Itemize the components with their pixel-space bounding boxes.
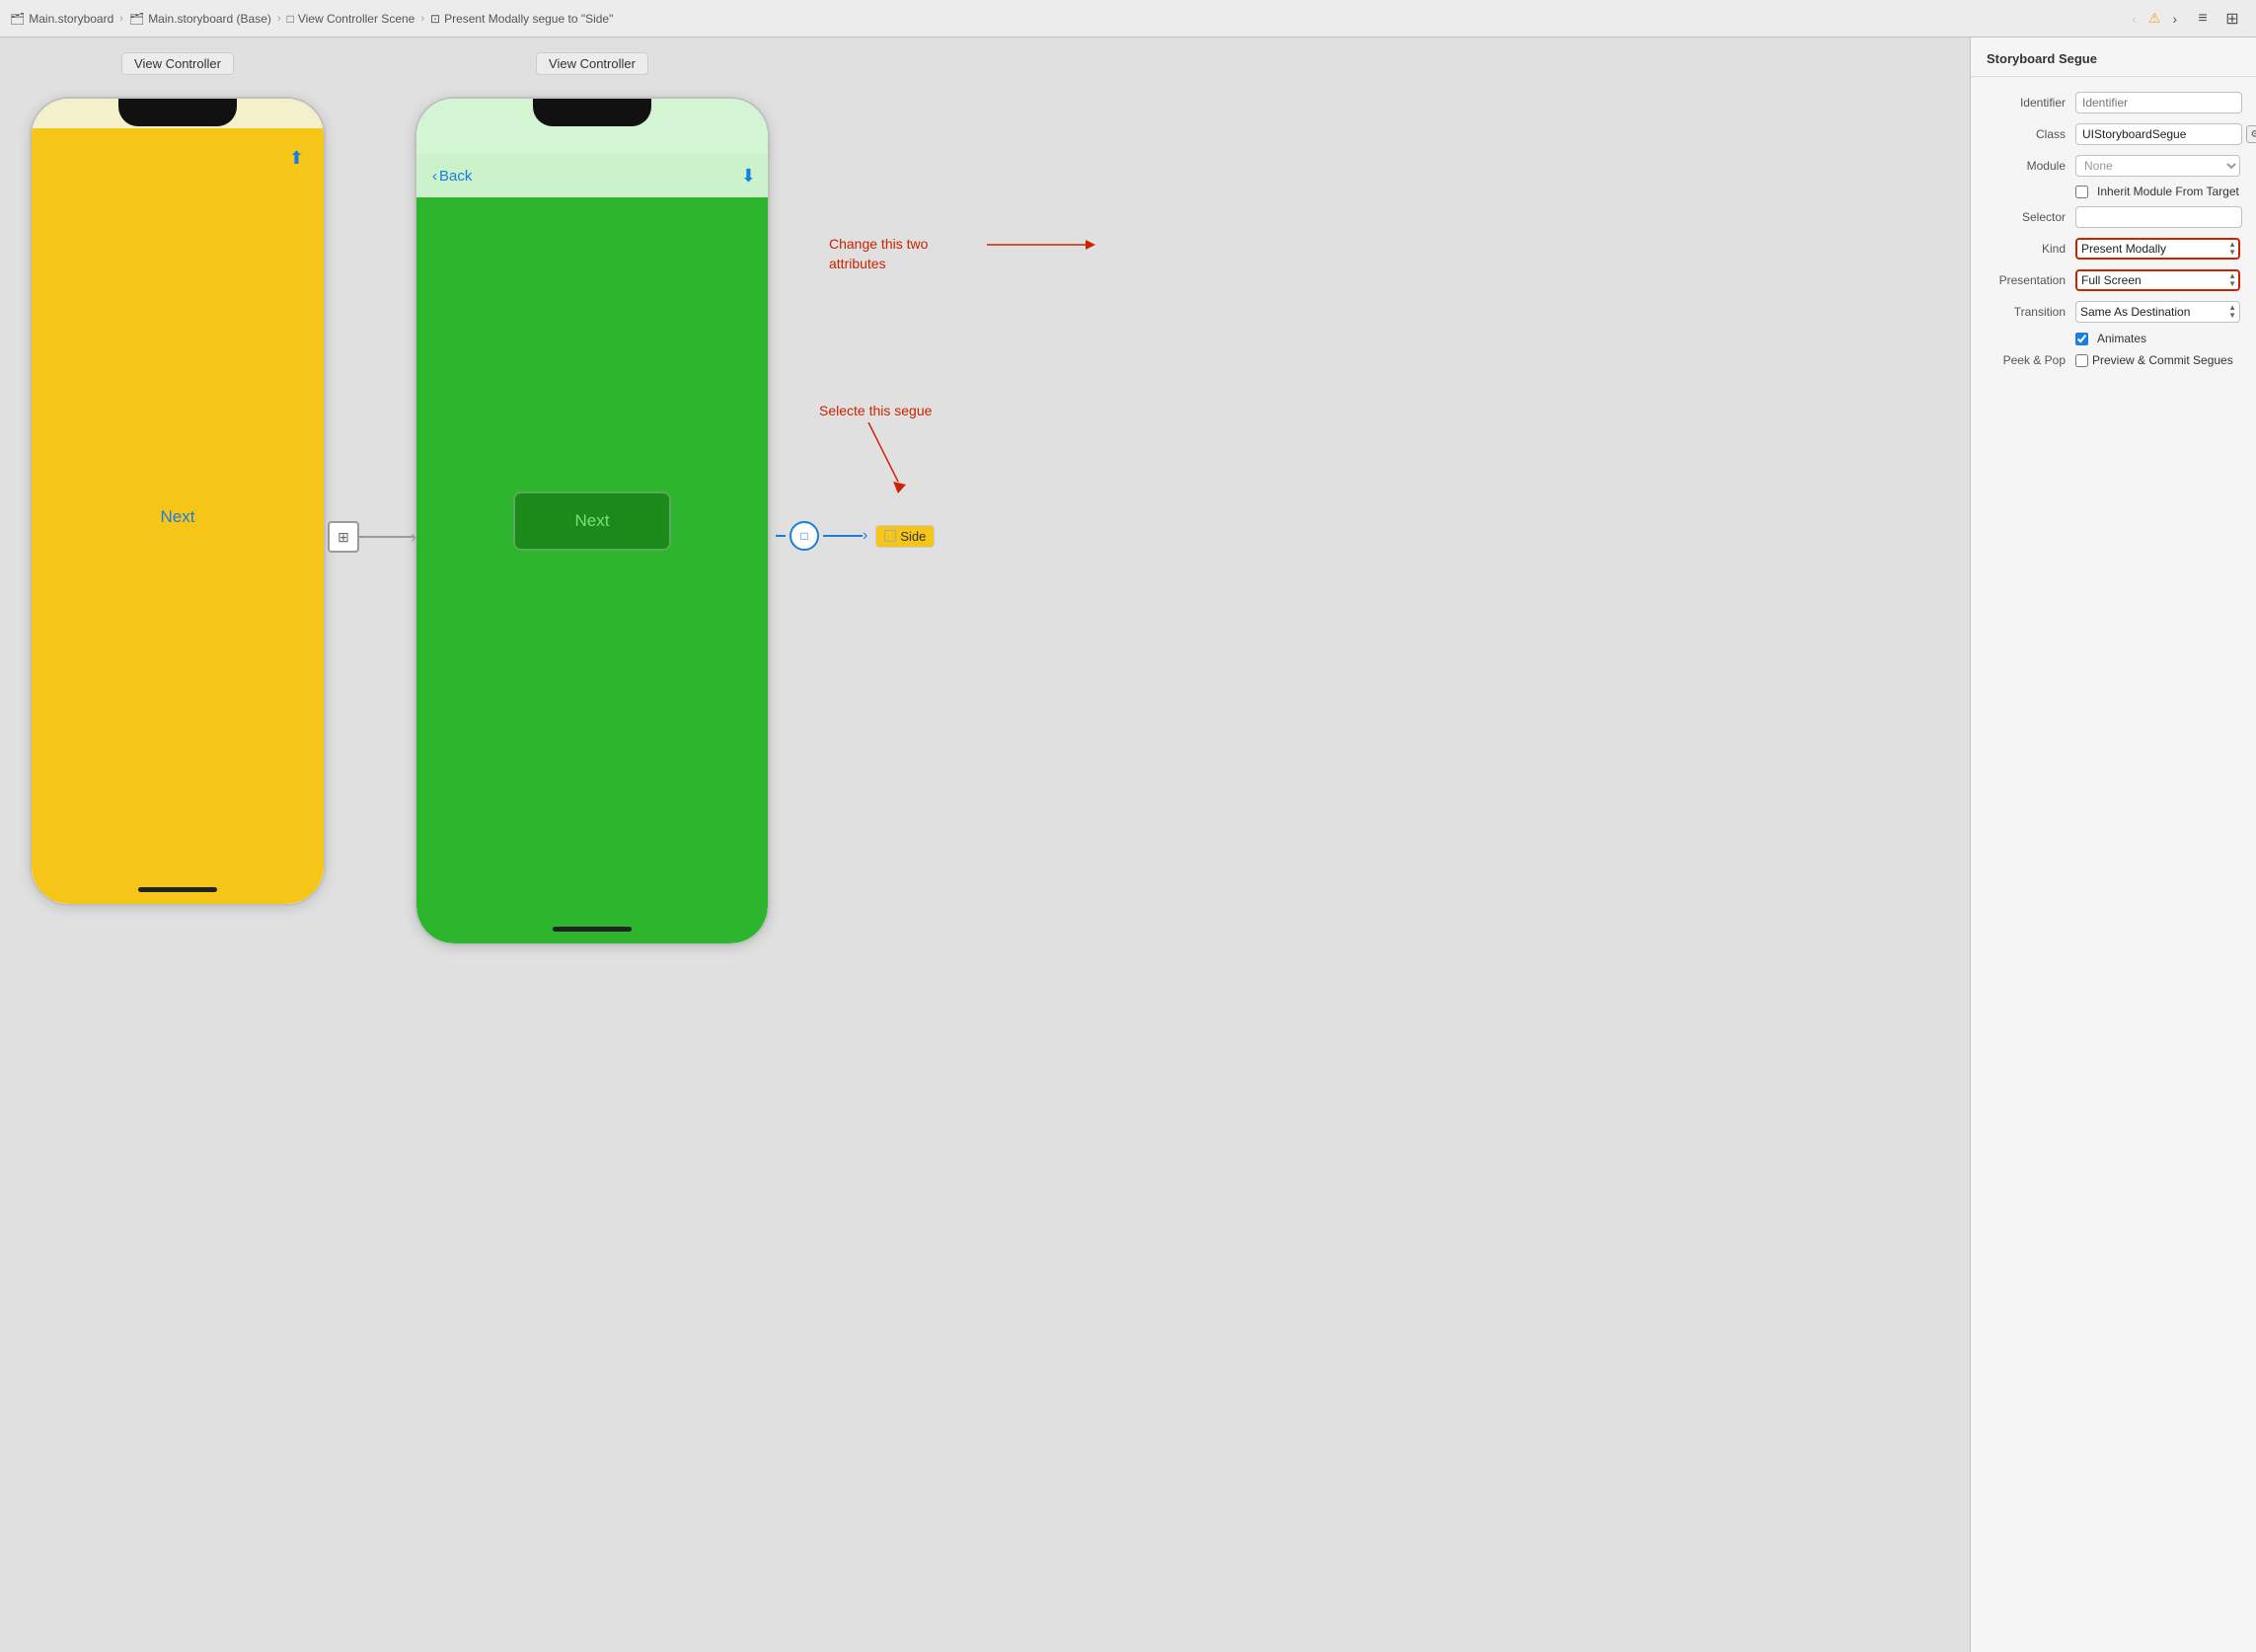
panel-title: Storyboard Segue bbox=[1971, 38, 2256, 77]
segue-arrow-left-mid: ⊞ › bbox=[328, 521, 416, 553]
side-badge-dot bbox=[884, 530, 896, 542]
input-identifier[interactable] bbox=[2075, 92, 2242, 113]
breadcrumb-storyboard-base[interactable]: 🗂 Main.storyboard (Base) bbox=[129, 12, 271, 26]
select-transition[interactable]: Same As Destination Cover Vertical Flip … bbox=[2075, 301, 2240, 323]
panel-row-selector: Selector bbox=[1971, 201, 2256, 233]
panel-row-module: Module None bbox=[1971, 150, 2256, 182]
row-inherit-module: Inherit Module From Target bbox=[1971, 182, 2256, 201]
checkbox-animates[interactable] bbox=[2075, 333, 2088, 345]
arrow-head-1: › bbox=[411, 527, 416, 548]
warning-icon: ⚠ bbox=[2148, 10, 2161, 27]
phone-left-next: Next bbox=[161, 507, 195, 527]
segue-line-1 bbox=[776, 535, 786, 537]
select-kind[interactable]: Present Modally Show Show Detail Present… bbox=[2075, 238, 2240, 260]
phone-left-label: View Controller bbox=[30, 55, 326, 73]
input-class[interactable] bbox=[2075, 123, 2242, 145]
side-badge-text: Side bbox=[900, 529, 926, 544]
phone-mid: ‹ Back ⬇ Next bbox=[414, 97, 770, 945]
breadcrumb-label-4: Present Modally segue to "Side" bbox=[444, 12, 613, 26]
checkbox-inherit-module[interactable] bbox=[2075, 186, 2088, 198]
class-settings-btn[interactable]: ⚙ bbox=[2246, 125, 2256, 143]
annotation-arrow-1 bbox=[987, 225, 1105, 284]
top-bar: 🗂 Main.storyboard › 🗂 Main.storyboard (B… bbox=[0, 0, 2256, 38]
toolbar-right: ‹ ⚠ › ≡ ⊞ bbox=[2128, 5, 2246, 33]
transition-select-wrapper: Same As Destination Cover Vertical Flip … bbox=[2075, 301, 2240, 323]
nav-forward-btn[interactable]: › bbox=[2168, 9, 2181, 29]
label-peek-text: Preview & Commit Segues bbox=[2092, 353, 2233, 367]
label-identifier: Identifier bbox=[1987, 96, 2075, 110]
storyboard-icon: 🗂 bbox=[10, 12, 25, 26]
arrow-line-1 bbox=[359, 536, 414, 538]
segue-arrow-head: › bbox=[863, 527, 867, 545]
share-icon: ⬆ bbox=[289, 148, 304, 169]
phone-mid-home-bar bbox=[553, 927, 632, 932]
breadcrumb-label-3: View Controller Scene bbox=[298, 12, 415, 26]
segue-arrow-right: □ › Side bbox=[776, 521, 935, 551]
annotation-segue: Selecte this segue bbox=[819, 403, 932, 418]
label-selector: Selector bbox=[1987, 210, 2075, 224]
panel-body: Identifier Class ⚙ › Module None bbox=[1971, 77, 2256, 1652]
right-panel: Storyboard Segue Identifier Class ⚙ › Mo… bbox=[1970, 38, 2256, 1652]
toolbar-icons: ≡ ⊞ bbox=[2189, 5, 2246, 33]
annotation-arrow-2 bbox=[849, 422, 928, 501]
annotation-change: Change this twoattributes bbox=[829, 235, 928, 273]
label-inherit-module: Inherit Module From Target bbox=[2097, 185, 2239, 198]
sep2: › bbox=[277, 13, 281, 25]
breadcrumb-storyboard[interactable]: 🗂 Main.storyboard bbox=[10, 12, 113, 26]
phone-mid-label: View Controller bbox=[414, 55, 770, 73]
label-peek: Peek & Pop bbox=[1987, 353, 2075, 367]
class-field-group: ⚙ › bbox=[2075, 123, 2256, 145]
panel-row-presentation: Presentation Full Screen Current Context… bbox=[1971, 264, 2256, 296]
phone-mid-navbar: ‹ Back ⬇ bbox=[416, 154, 770, 197]
kind-select-wrapper: Present Modally Show Show Detail Present… bbox=[2075, 238, 2240, 260]
download-icon: ⬇ bbox=[741, 166, 756, 187]
segue-circle[interactable]: □ bbox=[790, 521, 819, 551]
segue-icon: ⊡ bbox=[430, 12, 440, 26]
segue-line-2 bbox=[823, 535, 863, 537]
storyboard-base-icon: 🗂 bbox=[129, 12, 144, 26]
checkbox-peek[interactable] bbox=[2075, 354, 2088, 367]
label-transition: Transition bbox=[1987, 305, 2075, 319]
phone-left: ⬆ Next bbox=[30, 97, 326, 906]
annotation-segue-text: Selecte this segue bbox=[819, 403, 932, 418]
main-area: ⬆ Next View Controller ‹ Back ⬇ Next Vie… bbox=[0, 38, 2256, 1652]
breadcrumb-segue[interactable]: ⊡ Present Modally segue to "Side" bbox=[430, 12, 613, 26]
label-kind: Kind bbox=[1987, 242, 2075, 256]
breadcrumb-label-1: Main.storyboard bbox=[29, 12, 113, 26]
lines-icon[interactable]: ≡ bbox=[2189, 5, 2217, 33]
annotation-change-text: Change this twoattributes bbox=[829, 235, 928, 273]
sep3: › bbox=[420, 13, 424, 25]
breadcrumb-label-2: Main.storyboard (Base) bbox=[148, 12, 271, 26]
select-presentation[interactable]: Full Screen Current Context Automatic Pa… bbox=[2075, 269, 2240, 291]
label-animates: Animates bbox=[2097, 332, 2146, 345]
label-module: Module bbox=[1987, 159, 2075, 173]
side-badge: Side bbox=[875, 525, 935, 548]
label-presentation: Presentation bbox=[1987, 273, 2075, 287]
sep1: › bbox=[119, 13, 123, 25]
scene-icon: □ bbox=[287, 12, 294, 26]
panel-row-transition: Transition Same As Destination Cover Ver… bbox=[1971, 296, 2256, 328]
nav-back-btn[interactable]: ‹ bbox=[2128, 9, 2141, 29]
segue-box-icon[interactable]: ⊞ bbox=[328, 521, 359, 553]
select-module[interactable]: None bbox=[2075, 155, 2240, 177]
rect-icon[interactable]: ⊞ bbox=[2218, 5, 2246, 33]
phone-left-notch bbox=[118, 99, 237, 126]
breadcrumb-scene[interactable]: □ View Controller Scene bbox=[287, 12, 415, 26]
phone-mid-notch bbox=[533, 99, 651, 126]
canvas-area: ⬆ Next View Controller ‹ Back ⬇ Next Vie… bbox=[0, 38, 1970, 1652]
label-class: Class bbox=[1987, 127, 2075, 141]
panel-row-peek: Peek & Pop Preview & Commit Segues bbox=[1971, 349, 2256, 371]
panel-row-identifier: Identifier bbox=[1971, 87, 2256, 118]
input-selector[interactable] bbox=[2075, 206, 2242, 228]
panel-row-class: Class ⚙ › bbox=[1971, 118, 2256, 150]
phone-left-home-bar bbox=[138, 887, 217, 892]
back-button[interactable]: ‹ Back bbox=[432, 168, 472, 185]
panel-row-kind: Kind Present Modally Show Show Detail Pr… bbox=[1971, 233, 2256, 264]
presentation-select-wrapper: Full Screen Current Context Automatic Pa… bbox=[2075, 269, 2240, 291]
next-button-green[interactable]: Next bbox=[513, 491, 671, 551]
row-animates: Animates bbox=[1971, 328, 2256, 349]
